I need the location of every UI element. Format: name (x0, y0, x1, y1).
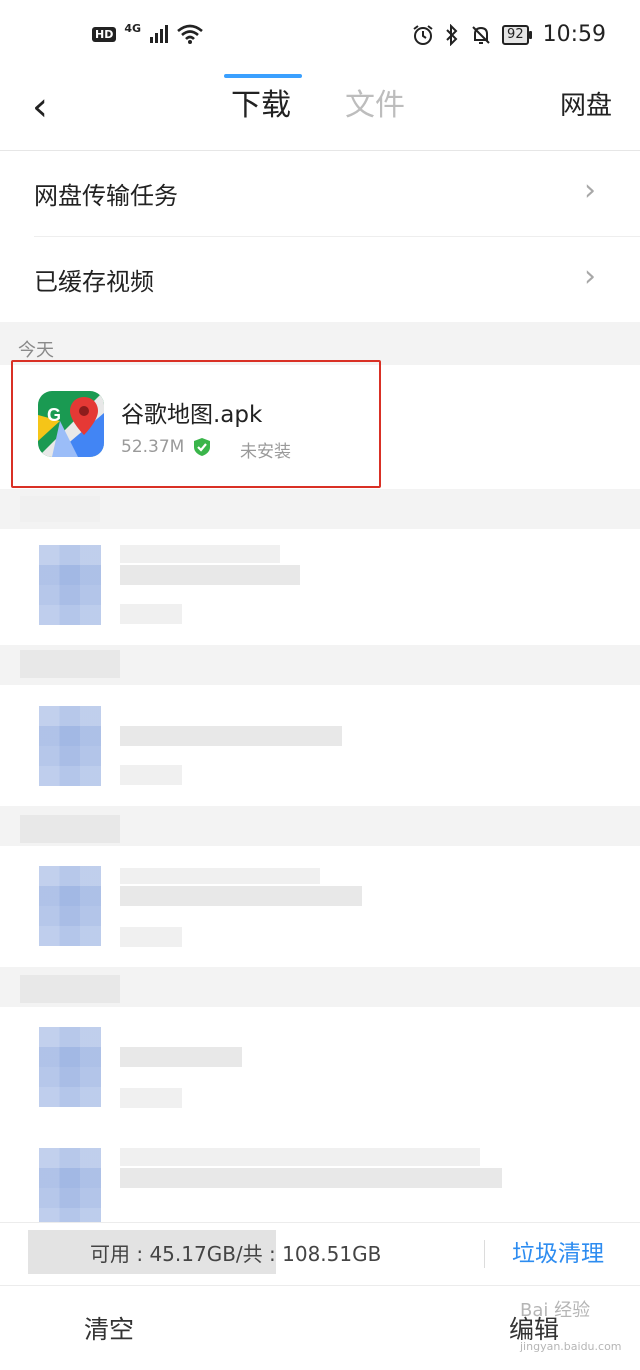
watermark-sub: jingyan.baidu.com (520, 1340, 622, 1353)
pixelated-text (120, 927, 182, 947)
status-bar: HD 4G 92 10:59 (0, 0, 640, 72)
pixelated-text (120, 726, 342, 746)
signal-icon (150, 25, 169, 43)
menu-item-label: 网盘传输任务 (34, 182, 178, 210)
pixelated-file-icon (39, 866, 101, 946)
pixelated-label (20, 650, 120, 678)
pixelated-text (120, 868, 320, 884)
tab-download[interactable]: 下载 (231, 86, 291, 126)
alarm-icon (413, 24, 433, 45)
pixelated-label (20, 975, 120, 1003)
chevron-right-icon: › (584, 173, 596, 208)
tab-indicator (224, 74, 302, 78)
pixelated-text (120, 1047, 242, 1067)
pixelated-file-icon (39, 1148, 101, 1228)
network-label: 4G (124, 21, 142, 35)
junk-clean-button[interactable]: 垃圾清理 (512, 1234, 604, 1268)
pixelated-text (120, 565, 300, 585)
status-left: HD 4G (92, 21, 203, 44)
pixelated-file-icon (39, 706, 101, 786)
pixelated-text (120, 1168, 502, 1188)
pixelated-label (20, 496, 100, 522)
pixelated-file-icon (39, 545, 101, 625)
pixelated-file-icon (39, 1027, 101, 1107)
pixelated-text (120, 1088, 182, 1108)
status-time: 10:59 (542, 22, 606, 47)
header-bar: ‹ 下载 文件 网盘 (0, 72, 640, 151)
pixelated-text (120, 765, 182, 785)
menu-item-cached-videos[interactable]: 已缓存视频 › (0, 237, 640, 323)
bluetooth-icon (446, 23, 458, 46)
hd-badge: HD (92, 26, 117, 42)
highlight-box (11, 360, 381, 488)
menu-item-transfer-tasks[interactable]: 网盘传输任务 › (0, 151, 640, 237)
storage-info: 可用 : 45.17GB/共 : 108.51GB (90, 1242, 382, 1266)
back-button[interactable]: ‹ (32, 82, 48, 132)
pixelated-text (120, 886, 362, 906)
cloud-drive-button[interactable]: 网盘 (560, 86, 612, 126)
pixelated-text (120, 604, 182, 624)
chevron-right-icon: › (584, 259, 596, 294)
tab-file[interactable]: 文件 (345, 86, 405, 126)
mute-bell-icon (472, 25, 490, 44)
section-label-today: 今天 (18, 340, 54, 361)
watermark: Bai 经验 (520, 1300, 591, 1321)
pixelated-label (20, 815, 120, 843)
pixelated-text (120, 545, 280, 563)
pixelated-text (120, 1148, 480, 1166)
clear-button[interactable]: 清空 (84, 1310, 134, 1346)
menu-item-label: 已缓存视频 (34, 268, 154, 296)
storage-divider (484, 1240, 485, 1268)
wifi-icon (177, 24, 203, 44)
battery-icon: 92 (502, 24, 532, 45)
status-right: 92 10:59 (412, 22, 606, 47)
